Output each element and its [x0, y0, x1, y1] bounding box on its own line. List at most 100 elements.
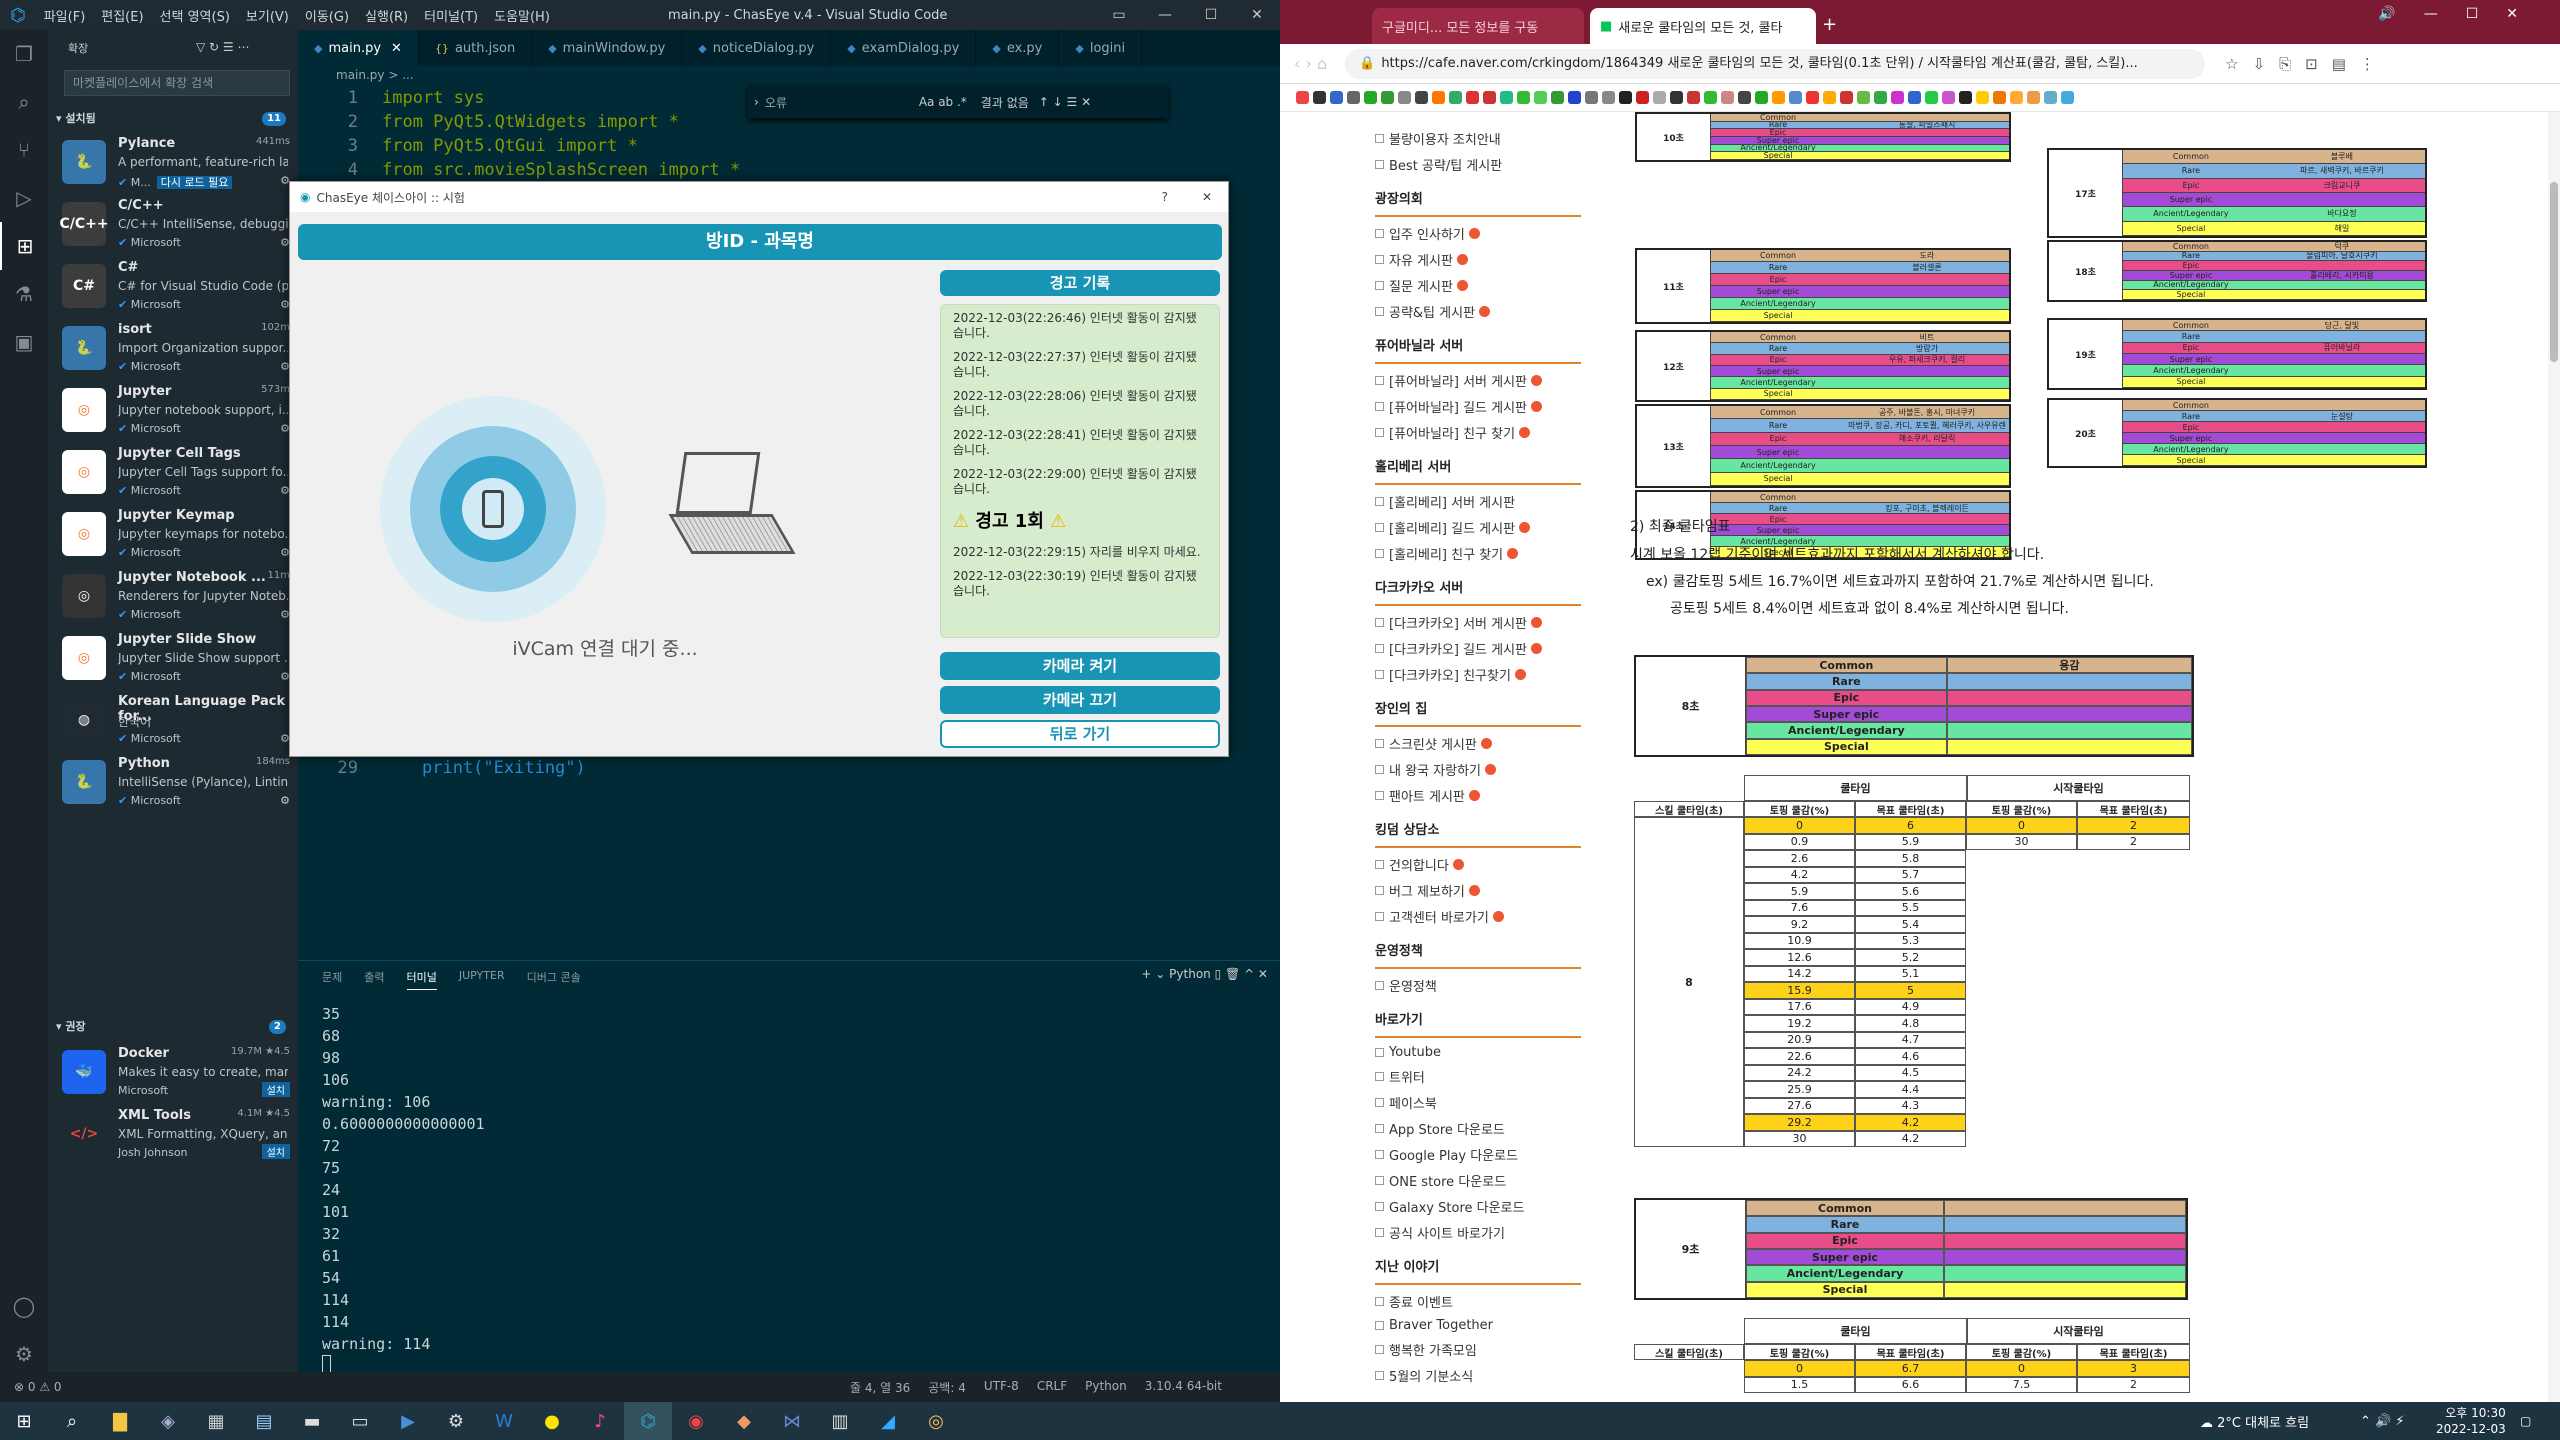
nav-board-link[interactable]: Best 공략/팁 게시판: [1375, 155, 1581, 174]
bookmark-icon[interactable]: [1687, 91, 1700, 104]
problems-status[interactable]: ⊗ 0 ⚠ 0: [14, 1380, 62, 1394]
nav-board-link[interactable]: Galaxy Store 다운로드: [1375, 1197, 1581, 1216]
encoding-status[interactable]: UTF-8: [984, 1379, 1019, 1396]
minimize-button[interactable]: —: [1142, 0, 1188, 30]
remote-icon[interactable]: ▣: [0, 318, 48, 366]
language-status[interactable]: Python: [1085, 1379, 1127, 1396]
find-input[interactable]: 오류: [765, 94, 915, 111]
extension-item[interactable]: 🐍 Python IntelliSense (Pylance), Lintin...…: [48, 750, 298, 812]
panel-tab[interactable]: 터미널: [406, 969, 437, 990]
menu-item[interactable]: 편집(E): [101, 10, 143, 25]
nav-board-link[interactable]: [다크카카오] 길드 게시판: [1375, 639, 1581, 658]
explorer-icon[interactable]: ❐: [0, 30, 48, 78]
editor-tab[interactable]: ◆ main.py ✕: [298, 30, 419, 66]
extension-item[interactable]: ◎ Jupyter Cell Tags Jupyter Cell Tags supp…: [48, 440, 298, 502]
extension-item[interactable]: ◎ Jupyter Slide Show Jupyter Slide Show su…: [48, 626, 298, 688]
bookmark-icon[interactable]: [2044, 91, 2057, 104]
nav-board-link[interactable]: [홀리베리] 서버 게시판: [1375, 492, 1581, 511]
menu-item[interactable]: 보기(V): [246, 10, 289, 25]
settings-icon[interactable]: ⚙: [432, 1402, 480, 1440]
nav-board-link[interactable]: 공략&팁 게시판: [1375, 302, 1581, 321]
browser-tab-2[interactable]: ■ 새로운 쿨타임의 모든 것, 쿨타: [1590, 8, 1816, 44]
warning-log-panel[interactable]: 2022-12-03(22:26:46) 인터넷 활동이 감지됐습니다. 2022…: [940, 304, 1220, 638]
bookmark-icon[interactable]: [1823, 91, 1836, 104]
content-scrollbar[interactable]: [2548, 112, 2560, 1402]
testing-icon[interactable]: ⚗: [0, 270, 48, 318]
editor-tab[interactable]: ◆ mainWindow.py: [532, 30, 683, 66]
bookmark-icon[interactable]: [1296, 91, 1309, 104]
notepad-icon[interactable]: ▤: [240, 1402, 288, 1440]
camera-off-button[interactable]: 카메라 끄기: [940, 686, 1220, 714]
nav-board-link[interactable]: 팬아트 게시판: [1375, 786, 1581, 805]
nav-board-link[interactable]: Braver Together: [1375, 1318, 1581, 1333]
nav-board-link[interactable]: 내 왕국 자랑하기: [1375, 760, 1581, 779]
search-icon[interactable]: ⌕: [0, 78, 48, 126]
bookmark-icon[interactable]: [1330, 91, 1343, 104]
bookmark-icon[interactable]: [1772, 91, 1785, 104]
bookmark-icon[interactable]: [1789, 91, 1802, 104]
filter-icon[interactable]: ▽ ↻ ☰ ⋯: [196, 40, 249, 54]
new-tab-button[interactable]: +: [1822, 14, 1837, 35]
weather-widget[interactable]: ☁ 2°C 대체로 흐림: [2200, 1412, 2309, 1431]
bookmark-icon[interactable]: [1908, 91, 1921, 104]
recommended-extension-item[interactable]: 🐳 Docker Makes it easy to create, man... Mi…: [48, 1040, 298, 1102]
bookmark-icon[interactable]: [1738, 91, 1751, 104]
menu-item[interactable]: 이동(G): [305, 10, 349, 25]
install-button[interactable]: 설치: [261, 1082, 290, 1097]
bookmark-icon[interactable]: [1925, 91, 1938, 104]
clock[interactable]: 오후 10:30 2022-12-03: [2436, 1405, 2506, 1437]
edge-icon[interactable]: ◢: [864, 1402, 912, 1440]
tab-close-icon[interactable]: ✕: [391, 41, 402, 56]
bookmark-icon[interactable]: [1755, 91, 1768, 104]
menu-item[interactable]: 실행(R): [365, 10, 408, 25]
nav-board-link[interactable]: [다크카카오] 서버 게시판: [1375, 613, 1581, 632]
file-icon[interactable]: ▥: [816, 1402, 864, 1440]
nav-board-link[interactable]: 건의합니다: [1375, 855, 1581, 874]
nav-board-link[interactable]: 자유 게시판: [1375, 250, 1581, 269]
bookmark-icon[interactable]: [1959, 91, 1972, 104]
back-nav-icon[interactable]: ‹ › ⌂: [1294, 54, 1327, 73]
bookmark-icon[interactable]: [1568, 91, 1581, 104]
help-button[interactable]: ?: [1162, 190, 1168, 204]
bookmark-icon[interactable]: [1806, 91, 1819, 104]
bookmark-icon[interactable]: [2027, 91, 2040, 104]
itunes-icon[interactable]: ♪: [576, 1402, 624, 1440]
vscode-taskbar-icon[interactable]: ⌬: [624, 1402, 672, 1440]
nav-board-link[interactable]: Google Play 다운로드: [1375, 1145, 1581, 1164]
nav-board-link[interactable]: 질문 게시판: [1375, 276, 1581, 295]
powershell-icon[interactable]: ▶: [384, 1402, 432, 1440]
calculator-icon[interactable]: ▦: [192, 1402, 240, 1440]
dialog-close-button[interactable]: ✕: [1202, 190, 1212, 204]
match-case-icon[interactable]: Aa ab .*: [919, 95, 967, 109]
installed-section[interactable]: ▾ 설치됨 11: [48, 108, 298, 130]
extension-item[interactable]: ◎ Jupyter Keymap Jupyter keymaps for noteb…: [48, 502, 298, 564]
run-debug-icon[interactable]: ▷: [0, 174, 48, 222]
editor-tab[interactable]: ◆ noticeDialog.py: [682, 30, 832, 66]
recommended-section[interactable]: ▾ 권장 2: [48, 1016, 298, 1038]
extension-item[interactable]: C# C# C# for Visual Studio Code (p... ✔ Mic…: [48, 254, 298, 316]
bookmark-icon[interactable]: [1313, 91, 1326, 104]
find-expand-icon[interactable]: ›: [754, 95, 759, 109]
nav-board-link[interactable]: 스크린샷 게시판: [1375, 734, 1581, 753]
nav-board-link[interactable]: 고객센터 바로가기: [1375, 907, 1581, 926]
panel-actions[interactable]: + ⌄ Python ▯ 🗑 ^ ✕: [1141, 967, 1268, 981]
bookmark-icon[interactable]: [1636, 91, 1649, 104]
back-button[interactable]: 뒤로 가기: [940, 720, 1220, 748]
nav-board-link[interactable]: App Store 다운로드: [1375, 1119, 1581, 1138]
source-control-icon[interactable]: ⑂: [0, 126, 48, 174]
bookmark-icon[interactable]: [1993, 91, 2006, 104]
tray-icons[interactable]: ⌃ 🔊 ⚡: [2360, 1414, 2404, 1429]
extension-item[interactable]: ◍ Korean Language Pack for... 한국어 ✔ Microso…: [48, 688, 298, 750]
menu-item[interactable]: 도움말(H): [494, 10, 550, 25]
extension-item[interactable]: ◎ Jupyter Jupyter notebook support, i... ✔ …: [48, 378, 298, 440]
bookmark-icon[interactable]: [1364, 91, 1377, 104]
nav-board-link[interactable]: Youtube: [1375, 1045, 1581, 1060]
word-icon[interactable]: W: [480, 1402, 528, 1440]
browser-tab-1[interactable]: 구글미디... 모든 정보를 구동: [1372, 8, 1584, 44]
app-icon[interactable]: ◈: [144, 1402, 192, 1440]
bookmark-icon[interactable]: [1602, 91, 1615, 104]
recommended-extension-item[interactable]: </> XML Tools XML Formatting, XQuery, an..…: [48, 1102, 298, 1164]
extensions-icon[interactable]: ⊞: [0, 222, 48, 270]
nav-board-link[interactable]: 종료 이벤트: [1375, 1292, 1581, 1311]
bookmark-icon[interactable]: [1653, 91, 1666, 104]
